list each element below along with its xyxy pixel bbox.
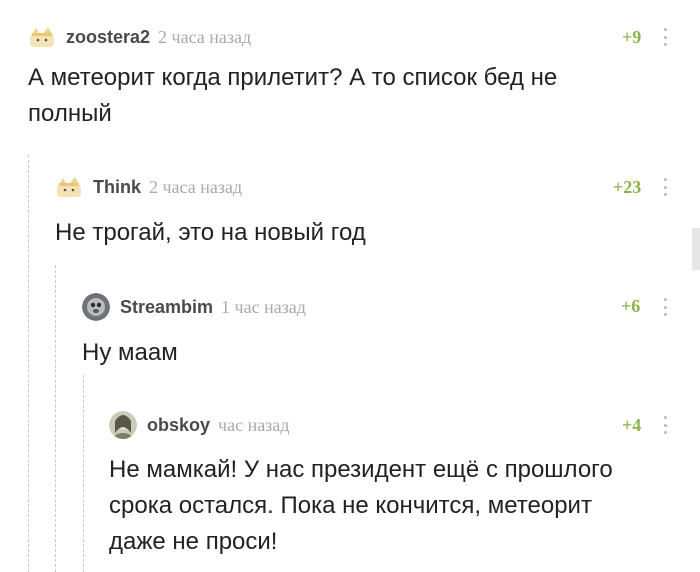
comment-text-line: полный xyxy=(28,100,112,127)
comment-rating: +9 xyxy=(622,27,642,47)
comment-time[interactable]: час назад xyxy=(218,415,289,436)
comment-time[interactable]: 1 час назад xyxy=(221,297,306,318)
scrollbar[interactable] xyxy=(692,228,700,270)
comment-text: Не мамкай! У нас президент ещё с прошлог… xyxy=(109,452,669,560)
more-options-icon[interactable] xyxy=(663,298,667,316)
comment-username[interactable]: Streambim xyxy=(120,297,213,318)
comment-username[interactable]: obskoy xyxy=(147,415,210,436)
comment-rating: +6 xyxy=(621,296,641,316)
portrait-avatar[interactable] xyxy=(109,411,137,439)
comment-rating: +23 xyxy=(613,177,642,197)
comment-text-line: даже не проси! xyxy=(109,528,278,555)
comment-header: Think 2 часа назад xyxy=(55,172,242,202)
comment-text: Ну маам xyxy=(82,335,662,371)
comment-time[interactable]: 2 часа назад xyxy=(149,177,242,198)
comment-text-line: Не мамкай! У нас президент ещё с прошлог… xyxy=(109,456,613,483)
comment-header: zoostera2 2 часа назад xyxy=(28,22,251,52)
comment-text-line: срока остался. Пока не кончится, метеори… xyxy=(109,492,592,519)
thread-line-level-2 xyxy=(55,265,56,572)
more-options-icon[interactable] xyxy=(663,178,667,196)
sushi-cat-avatar[interactable] xyxy=(28,23,56,51)
comment-header: obskoy час назад xyxy=(109,410,289,440)
animal-photo-avatar[interactable] xyxy=(82,293,110,321)
more-options-icon[interactable] xyxy=(663,416,667,434)
comment-text-line: Ну маам xyxy=(82,339,178,366)
comment-text: А метеорит когда прилетит? А то список б… xyxy=(28,60,668,132)
sushi-cat-avatar[interactable] xyxy=(55,173,83,201)
comment-username[interactable]: Think xyxy=(93,177,141,198)
comment-text-line: Не трогай, это на новый год xyxy=(55,219,366,246)
comment-time[interactable]: 2 часа назад xyxy=(158,27,251,48)
comment-header: Streambim 1 час назад xyxy=(82,292,306,322)
comment-text: Не трогай, это на новый год xyxy=(55,215,655,251)
thread-line-level-3 xyxy=(83,375,84,572)
comment-text-line: А метеорит когда прилетит? А то список б… xyxy=(28,64,558,91)
comment-username[interactable]: zoostera2 xyxy=(66,27,150,48)
more-options-icon[interactable] xyxy=(663,28,667,46)
thread-line-level-1 xyxy=(28,155,29,572)
comment-rating: +4 xyxy=(622,415,642,435)
